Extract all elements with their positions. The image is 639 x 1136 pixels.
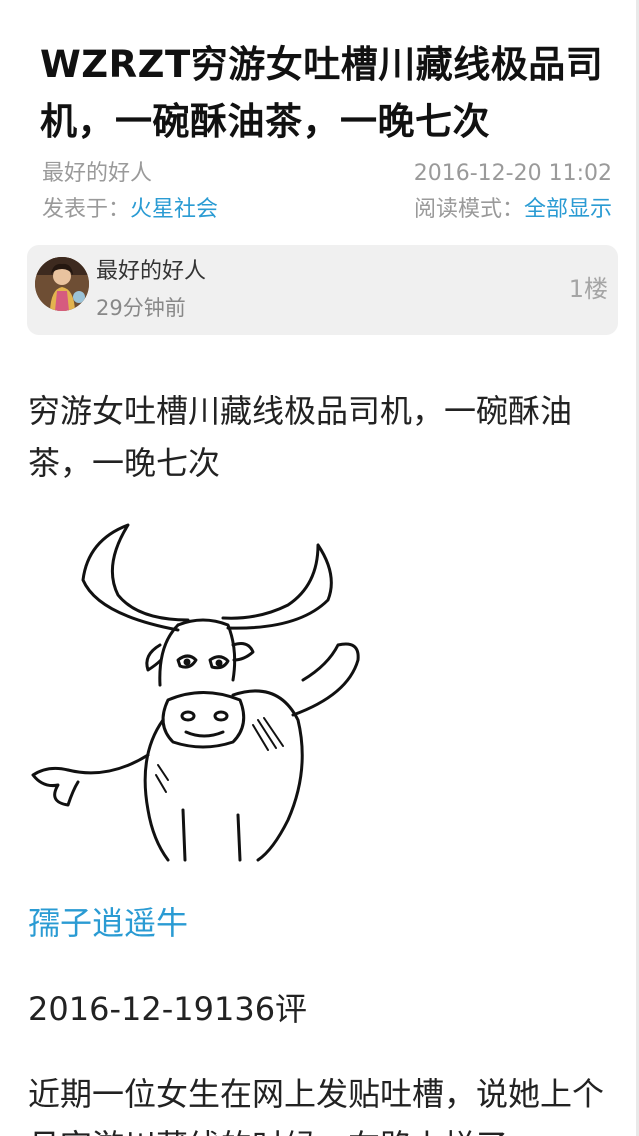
floor-number: 1楼 — [568, 275, 608, 303]
post-relative-time: 29分钟前 — [96, 296, 186, 320]
source-link[interactable]: 孺子逍遥牛 — [28, 898, 188, 948]
category-link[interactable]: 火星社会 — [130, 197, 218, 222]
article-author[interactable]: 最好的好人 — [42, 161, 152, 186]
post-author-box: 最好的好人 29分钟前 1楼 — [27, 245, 618, 335]
bull-cartoon-illustration-icon — [31, 523, 360, 862]
date-comments-line: 2016-12-19136评 — [28, 990, 308, 1028]
article-meta-row-2: 发表于：火星社会 阅读模式：全部显示 — [42, 193, 612, 227]
article-page: WZRZT穷游女吐槽川藏线极品司机，一碗酥油茶，一晚七次 最好的好人 2016-… — [0, 0, 639, 1136]
post-body-paragraph: 近期一位女生在网上发贴吐槽，说她上个月穷游川藏线的时候，在路上拦了 — [28, 1075, 605, 1136]
avatar-photo-icon — [35, 257, 89, 311]
read-mode: 阅读模式：全部显示 — [414, 193, 612, 227]
post-author-name[interactable]: 最好的好人 — [96, 257, 206, 287]
read-mode-label: 阅读模式： — [413, 197, 524, 222]
posted-in-label: 发表于： — [42, 197, 131, 222]
read-mode-toggle[interactable]: 全部显示 — [524, 197, 612, 222]
avatar[interactable] — [35, 257, 89, 311]
article-title: WZRZT穷游女吐槽川藏线极品司机，一碗酥油茶，一晚七次 — [40, 43, 604, 143]
post-content-title: 穷游女吐槽川藏线极品司机，一碗酥油茶，一晚七次 — [28, 392, 573, 482]
article-meta-row: 最好的好人 2016-12-20 11:02 — [42, 157, 612, 191]
article-timestamp: 2016-12-20 11:02 — [413, 161, 612, 186]
